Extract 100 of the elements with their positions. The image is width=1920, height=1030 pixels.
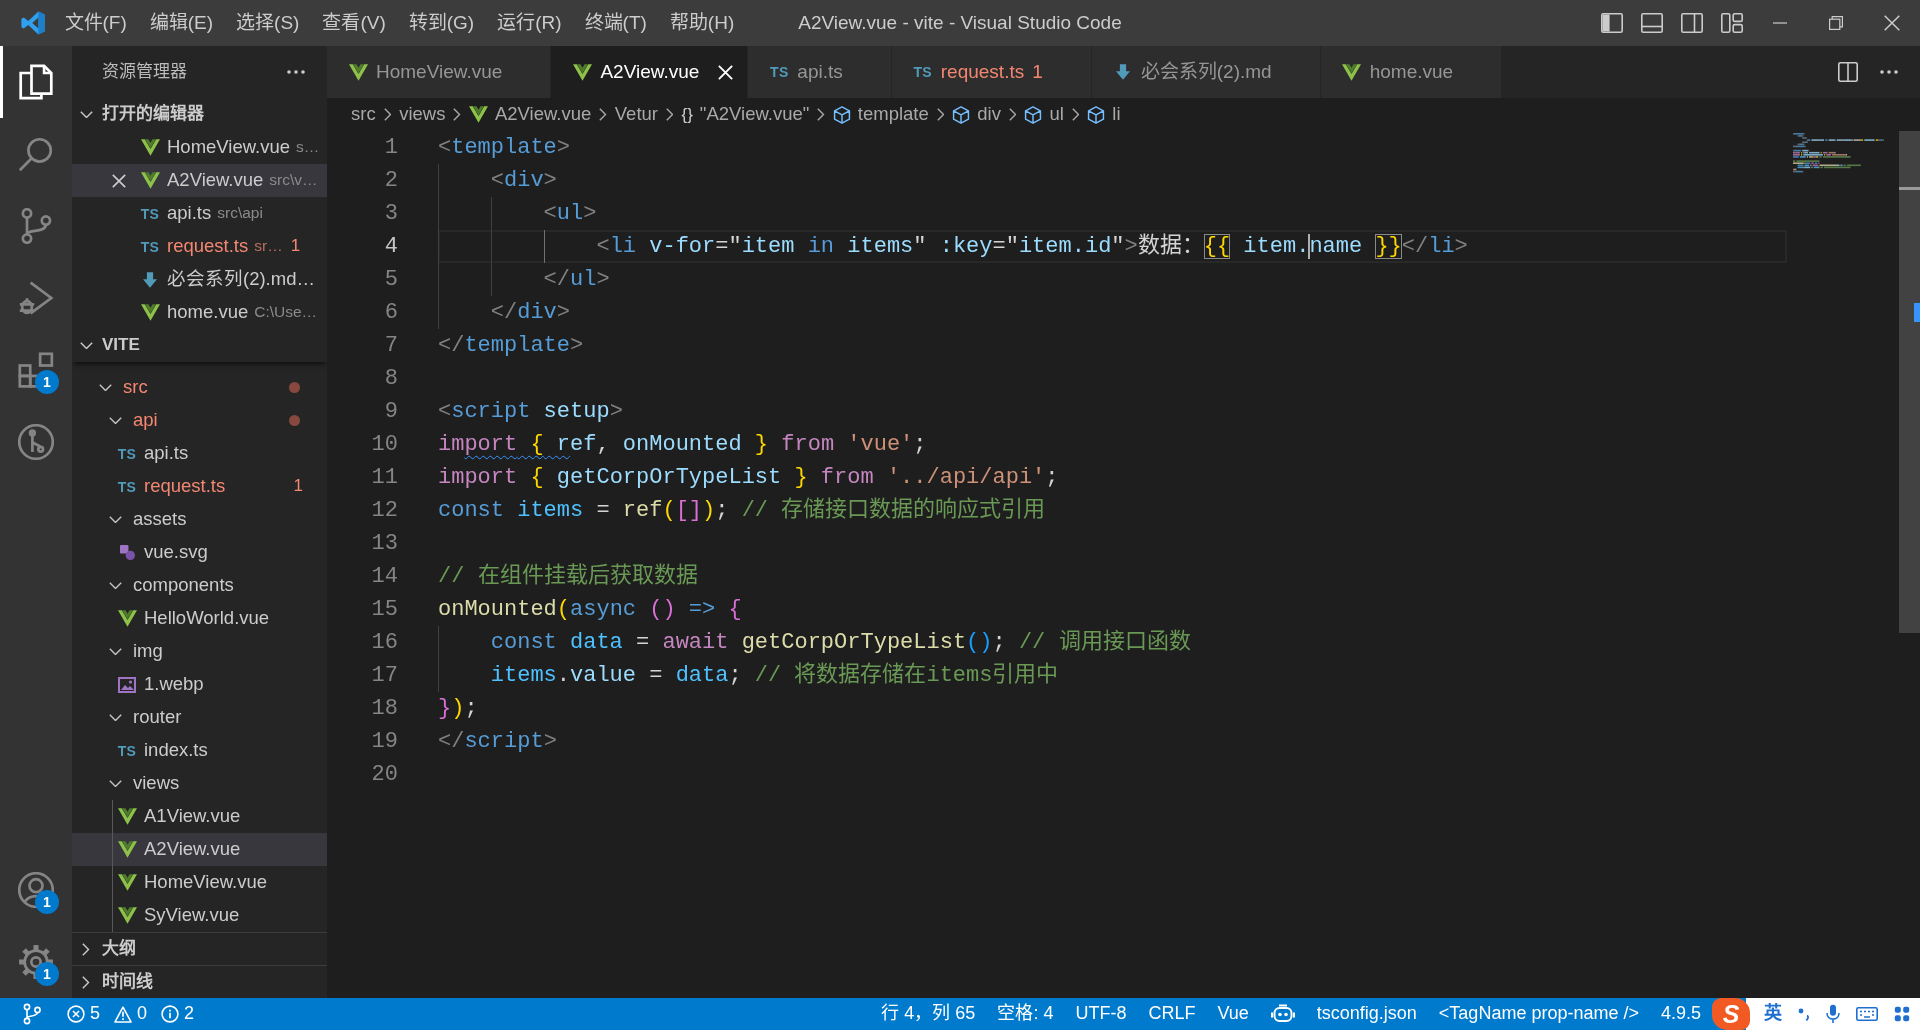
- tree-item[interactable]: img: [72, 635, 327, 668]
- menu-item[interactable]: 帮助(H): [658, 0, 746, 46]
- punctuation-mode-icon[interactable]: [1798, 1007, 1810, 1021]
- open-editor-item[interactable]: home.vue C:\Use…: [72, 296, 327, 329]
- line-number: 20: [370, 761, 398, 789]
- problem-count: 1: [293, 476, 303, 497]
- breadcrumb-item[interactable]: views: [399, 103, 446, 126]
- tree-item[interactable]: vue.svg: [72, 536, 327, 569]
- chevron-right-icon: [599, 108, 607, 121]
- code-line: <li v-for="item in items" :key="item.id">数据：{{ item.name }}</li>: [596, 232, 1468, 261]
- chevron-right-icon: [1008, 108, 1017, 121]
- line-number: 11: [370, 464, 398, 492]
- tree-item[interactable]: api: [72, 404, 327, 437]
- status-bar-item[interactable]: 行 4，列 65: [870, 998, 987, 1030]
- open-editor-item[interactable]: TS api.ts src\api: [72, 197, 327, 230]
- status-bar-item[interactable]: <TagName prop-name />: [1427, 998, 1650, 1030]
- problem-count: 1: [290, 236, 301, 257]
- branch-icon[interactable]: [22, 1003, 42, 1025]
- menu-item[interactable]: 文件(F): [53, 0, 139, 46]
- right-sidebar-layout-icon[interactable]: [1681, 13, 1703, 33]
- tree-item[interactable]: router: [72, 701, 327, 734]
- section-header[interactable]: 打开的编辑器: [72, 98, 327, 131]
- open-editor-item[interactable]: TS request.ts sr… 1: [72, 230, 327, 263]
- tree-item[interactable]: A1View.vue: [72, 800, 327, 833]
- line-number: 16: [370, 629, 398, 657]
- menu-item[interactable]: 编辑(E): [138, 0, 225, 46]
- menu-item[interactable]: 查看(V): [310, 0, 398, 46]
- v-file-icon: [1342, 63, 1362, 81]
- layout-grid-icon[interactable]: [1721, 13, 1743, 33]
- editor-tab[interactable]: TS api.ts: [748, 46, 892, 98]
- chevron-right-icon: [817, 108, 825, 121]
- line-number: 9: [383, 398, 398, 426]
- sidebar-layout-icon[interactable]: [1601, 13, 1623, 33]
- breadcrumb-item[interactable]: li: [1087, 103, 1121, 126]
- v-file-icon: [572, 63, 592, 81]
- tree-item[interactable]: views: [72, 767, 327, 800]
- tree-item[interactable]: HomeView.vue: [72, 866, 327, 899]
- toolbox-grid-icon[interactable]: [1894, 1006, 1910, 1022]
- line-number: 5: [383, 266, 398, 294]
- menu-item[interactable]: 转到(G): [397, 0, 486, 46]
- editor-tab[interactable]: home.vue: [1320, 46, 1503, 98]
- menu-item[interactable]: 选择(S): [224, 0, 311, 46]
- open-editor-item[interactable]: HomeView.vue s…: [72, 131, 327, 164]
- keyboard-icon[interactable]: [1856, 1007, 1878, 1021]
- run-debug-icon: [18, 280, 54, 316]
- tree-item[interactable]: src: [72, 371, 327, 404]
- tree-item[interactable]: TS request.ts 1: [72, 470, 327, 503]
- status-bar-item[interactable]: 4.9.5: [1649, 998, 1712, 1030]
- close-icon[interactable]: [112, 173, 126, 188]
- file-path-hint: s…: [296, 138, 320, 157]
- activity-bar-button[interactable]: 1: [0, 334, 72, 406]
- code-line: </script>: [438, 728, 557, 756]
- status-bar-item[interactable]: tsconfig.json: [1305, 998, 1428, 1030]
- scrollbar-thumb[interactable]: [1899, 131, 1920, 633]
- status-bar-item[interactable]: Vue: [1206, 998, 1260, 1030]
- tree-item[interactable]: A2View.vue: [72, 833, 327, 866]
- breadcrumb-item[interactable]: div: [952, 103, 1001, 126]
- menu-item[interactable]: 终端(T): [573, 0, 659, 46]
- problem-count: 1: [1032, 60, 1043, 84]
- tree-item[interactable]: HelloWorld.vue: [72, 602, 327, 635]
- more-actions-icon[interactable]: [1880, 70, 1898, 74]
- editor-tab[interactable]: 必会系列(2).md: [1091, 46, 1321, 98]
- breadcrumb-item[interactable]: Vetur: [614, 103, 658, 126]
- activity-bar-button[interactable]: 1: [0, 854, 72, 926]
- warning-icon: [114, 1005, 132, 1023]
- status-bar-item[interactable]: 空格: 4: [986, 998, 1065, 1030]
- close-icon[interactable]: [1884, 15, 1900, 31]
- tree-item[interactable]: SyView.vue: [72, 899, 327, 932]
- menu-item[interactable]: 运行(R): [485, 0, 574, 46]
- file-path-hint: src\api: [217, 204, 263, 223]
- editor-tab[interactable]: TS request.ts 1: [891, 46, 1092, 98]
- split-editor-icon[interactable]: [1838, 62, 1858, 82]
- open-editor-item[interactable]: 必会系列(2).md…: [72, 263, 327, 296]
- cube-icon: [952, 105, 971, 124]
- robot-face-icon[interactable]: [1270, 1004, 1295, 1024]
- breadcrumb-item[interactable]: template: [832, 103, 929, 126]
- breadcrumb-item[interactable]: src: [351, 103, 376, 126]
- status-bar-item[interactable]: CRLF: [1137, 998, 1207, 1030]
- microphone-icon[interactable]: [1826, 1004, 1840, 1024]
- code-line: <script setup>: [438, 398, 623, 426]
- breadcrumb-item[interactable]: A2View.vue: [468, 103, 592, 126]
- tree-item[interactable]: assets: [72, 503, 327, 536]
- panel-layout-icon[interactable]: [1641, 13, 1663, 33]
- status-bar-item[interactable]: UTF-8: [1064, 998, 1138, 1030]
- breadcrumb-item[interactable]: ul: [1024, 103, 1064, 126]
- more-actions-icon[interactable]: [287, 70, 305, 74]
- tree-item[interactable]: components: [72, 569, 327, 602]
- input-mode-toggle[interactable]: 英: [1764, 1003, 1782, 1025]
- restore-icon[interactable]: [1829, 16, 1843, 30]
- activity-bar-button[interactable]: 1: [0, 926, 72, 998]
- tree-item[interactable]: TS api.ts: [72, 437, 327, 470]
- section-header[interactable]: VITE: [72, 329, 327, 362]
- problems-status[interactable]: 5 0 2: [56, 998, 206, 1030]
- file-type-label: TS: [117, 479, 137, 494]
- breadcrumb-item[interactable]: {} "A2View.vue": [681, 103, 810, 126]
- editor-tab[interactable]: HomeView.vue: [327, 46, 552, 98]
- editor-tab[interactable]: A2View.vue: [551, 46, 749, 98]
- open-editor-item[interactable]: A2View.vue src\v…: [72, 164, 327, 197]
- tree-item[interactable]: TS index.ts: [72, 734, 327, 767]
- tree-item[interactable]: 1.webp: [72, 668, 327, 701]
